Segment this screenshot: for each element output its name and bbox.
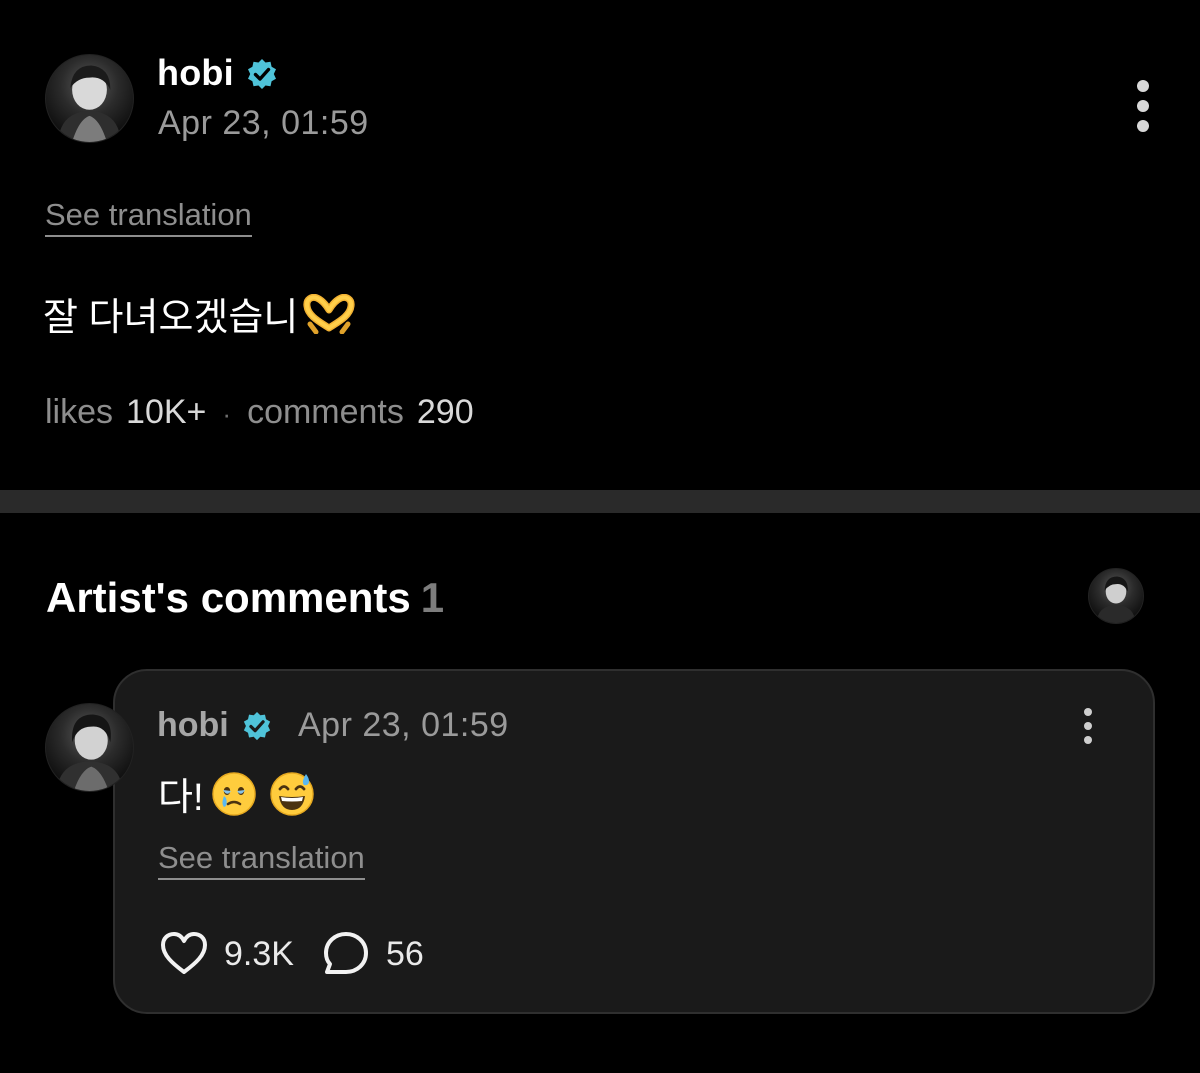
stats-separator: · bbox=[222, 399, 232, 429]
post-body: 잘 다녀오겠습니 bbox=[43, 286, 356, 341]
comment-author-avatar[interactable] bbox=[45, 703, 134, 792]
comment-author-name[interactable]: hobi bbox=[157, 706, 229, 745]
kebab-dot-icon bbox=[1084, 708, 1092, 716]
avatar-photo-icon bbox=[56, 714, 123, 791]
artist-comments-heading: Artist's comments 1 bbox=[46, 574, 444, 622]
post-author-name[interactable]: hobi bbox=[157, 52, 234, 94]
kebab-dot-icon bbox=[1084, 736, 1092, 744]
kebab-dot-icon bbox=[1084, 722, 1092, 730]
reply-button[interactable]: 56 bbox=[320, 928, 424, 980]
kebab-dot-icon bbox=[1137, 80, 1149, 92]
like-count: 9.3K bbox=[224, 934, 294, 973]
post-timestamp: Apr 23, 01:59 bbox=[158, 104, 369, 142]
comments-count[interactable]: 290 bbox=[417, 393, 474, 432]
artist-comments-count: 1 bbox=[420, 574, 445, 621]
post-stats: likes 10K+ · comments 290 bbox=[45, 393, 474, 432]
comment-see-translation-link[interactable]: See translation bbox=[158, 840, 365, 880]
avatar-photo-icon bbox=[1096, 576, 1136, 623]
comment-text: 다! bbox=[158, 777, 204, 819]
comment-actions: 9.3K 56 bbox=[158, 928, 424, 980]
avatar-photo-icon bbox=[58, 65, 121, 142]
reply-count: 56 bbox=[385, 934, 424, 973]
grinning-face-with-sweat-emoji-icon bbox=[269, 771, 314, 816]
section-divider bbox=[0, 490, 1200, 513]
verified-badge-icon bbox=[243, 711, 271, 741]
verified-badge-icon bbox=[248, 59, 276, 89]
speech-bubble-icon bbox=[323, 932, 368, 974]
comment-body: 다! bbox=[158, 766, 316, 821]
artist-comments-title: Artist's comments bbox=[46, 574, 411, 621]
post-see-translation-link[interactable]: See translation bbox=[45, 197, 252, 237]
kebab-dot-icon bbox=[1137, 100, 1149, 112]
author-avatar[interactable] bbox=[45, 54, 134, 143]
likes-count[interactable]: 10K+ bbox=[126, 393, 206, 432]
artist-filter-avatar[interactable] bbox=[1088, 568, 1144, 624]
comment-timestamp: Apr 23, 01:59 bbox=[298, 706, 509, 744]
post-body-text: 잘 다녀오겠습니 bbox=[43, 297, 299, 339]
like-button[interactable]: 9.3K bbox=[158, 928, 294, 980]
post-detail-page: hobi Apr 23, 01:59 See translation 잘 다녀오… bbox=[0, 0, 1200, 1073]
heart-hands-emoji-icon bbox=[303, 293, 355, 334]
heart-outline-icon bbox=[161, 932, 207, 974]
likes-label: likes bbox=[45, 393, 114, 431]
comment-more-options-button[interactable] bbox=[1082, 708, 1094, 744]
kebab-dot-icon bbox=[1137, 120, 1149, 132]
face-holding-back-tears-emoji-icon bbox=[211, 771, 256, 816]
comments-label: comments bbox=[247, 393, 404, 431]
post-more-options-button[interactable] bbox=[1135, 80, 1151, 132]
